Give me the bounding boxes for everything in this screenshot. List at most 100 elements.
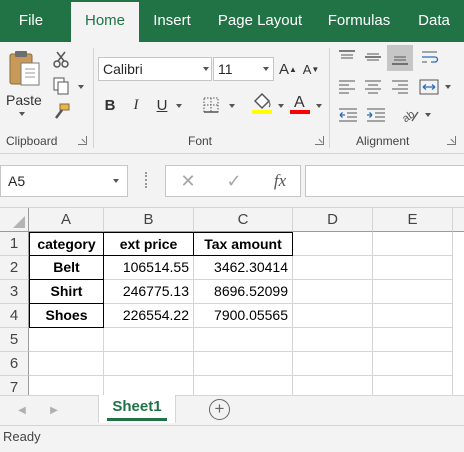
cell-b6[interactable] <box>104 352 194 376</box>
format-painter-icon[interactable] <box>50 102 72 122</box>
scroll-right-icon[interactable]: ▶ <box>46 402 62 418</box>
column-header-b[interactable]: B <box>104 208 194 232</box>
cell-b5[interactable] <box>104 328 194 352</box>
font-name-dropdown-icon[interactable] <box>203 67 209 71</box>
tab-file[interactable]: File <box>6 0 56 42</box>
merge-dropdown-icon[interactable] <box>445 85 451 89</box>
tab-insert[interactable]: Insert <box>145 0 199 42</box>
decrease-indent-icon[interactable] <box>336 104 360 126</box>
font-color-icon[interactable]: A <box>289 90 311 116</box>
tab-home[interactable]: Home <box>71 2 139 42</box>
cell-a7[interactable] <box>29 376 104 395</box>
copy-icon[interactable] <box>50 76 72 96</box>
name-box-dropdown-icon[interactable] <box>113 179 119 183</box>
column-header-a[interactable]: A <box>29 208 104 232</box>
sheet-tab-sheet1[interactable]: Sheet1 <box>98 395 176 423</box>
cell-d5[interactable] <box>293 328 373 352</box>
merge-center-icon[interactable] <box>417 76 441 98</box>
font-color-dropdown-icon[interactable] <box>316 104 322 108</box>
middle-align-icon[interactable] <box>362 46 384 68</box>
cell-a6[interactable] <box>29 352 104 376</box>
underline-button[interactable]: U <box>152 94 172 116</box>
row-header-4[interactable]: 4 <box>0 304 29 328</box>
cell-d4[interactable] <box>293 304 373 328</box>
cell-c2[interactable]: 3462.30414 <box>194 256 293 280</box>
row-header-7[interactable]: 7 <box>0 376 29 395</box>
bottom-align-icon[interactable] <box>387 45 413 71</box>
select-all-button[interactable] <box>0 208 29 232</box>
add-sheet-icon[interactable]: + <box>209 399 230 420</box>
cell-d6[interactable] <box>293 352 373 376</box>
cell-b2[interactable]: 106514.55 <box>104 256 194 280</box>
scroll-left-icon[interactable]: ◀ <box>14 402 30 418</box>
cell-b3[interactable]: 246775.13 <box>104 280 194 304</box>
increase-indent-icon[interactable] <box>364 104 388 126</box>
cell-c5[interactable] <box>194 328 293 352</box>
enter-icon[interactable]: ✓ <box>220 169 248 193</box>
column-header-d[interactable]: D <box>293 208 373 232</box>
fill-color-icon[interactable] <box>250 90 274 116</box>
cell-a1[interactable]: category <box>29 232 104 256</box>
paste-icon[interactable] <box>4 48 46 90</box>
align-right-icon[interactable] <box>389 76 411 98</box>
cell-a4[interactable]: Shoes <box>29 304 104 328</box>
copy-dropdown-icon[interactable] <box>78 85 84 89</box>
font-launcher-icon[interactable] <box>315 136 324 145</box>
row-header-1[interactable]: 1 <box>0 232 29 256</box>
tab-formulas[interactable]: Formulas <box>322 0 396 42</box>
tab-data[interactable]: Data <box>411 0 457 42</box>
fill-color-dropdown-icon[interactable] <box>278 104 284 108</box>
font-size-dropdown-icon[interactable] <box>263 67 269 71</box>
bold-button[interactable]: B <box>100 94 120 116</box>
column-header-c[interactable]: C <box>194 208 293 232</box>
align-left-icon[interactable] <box>336 76 358 98</box>
cell-d1[interactable] <box>293 232 373 256</box>
cell-d7[interactable] <box>293 376 373 395</box>
cancel-icon[interactable]: ✕ <box>174 169 202 193</box>
borders-dropdown-icon[interactable] <box>229 104 235 108</box>
cell-c1[interactable]: Tax amount <box>194 232 293 256</box>
cell-c4[interactable]: 7900.05565 <box>194 304 293 328</box>
insert-function-icon[interactable]: fx <box>266 169 294 193</box>
tab-page-layout[interactable]: Page Layout <box>212 0 308 42</box>
cell-a3[interactable]: Shirt <box>29 280 104 304</box>
column-header-partial[interactable] <box>453 208 464 232</box>
column-header-e[interactable]: E <box>373 208 453 232</box>
cell-e4[interactable] <box>373 304 453 328</box>
row-header-2[interactable]: 2 <box>0 256 29 280</box>
formula-input[interactable] <box>305 165 464 197</box>
underline-dropdown-icon[interactable] <box>176 104 182 108</box>
orientation-dropdown-icon[interactable] <box>425 113 431 117</box>
orientation-icon[interactable]: ab <box>398 104 422 126</box>
cell-e2[interactable] <box>373 256 453 280</box>
wrap-text-icon[interactable] <box>419 46 441 68</box>
alignment-launcher-icon[interactable] <box>447 136 456 145</box>
align-center-icon[interactable] <box>362 76 384 98</box>
cell-e7[interactable] <box>373 376 453 395</box>
cell-b1[interactable]: ext price <box>104 232 194 256</box>
cell-d3[interactable] <box>293 280 373 304</box>
cell-a2[interactable]: Belt <box>29 256 104 280</box>
formula-bar-splitter[interactable] <box>145 172 148 188</box>
font-name-select[interactable]: Calibri <box>98 57 212 81</box>
cell-e1[interactable] <box>373 232 453 256</box>
top-align-icon[interactable] <box>336 46 358 68</box>
cell-c6[interactable] <box>194 352 293 376</box>
cell-a5[interactable] <box>29 328 104 352</box>
cut-icon[interactable] <box>50 50 72 70</box>
row-header-5[interactable]: 5 <box>0 328 29 352</box>
grow-font-icon[interactable]: A ▲ <box>279 57 297 81</box>
paste-label[interactable]: Paste <box>6 92 42 108</box>
cell-b7[interactable] <box>104 376 194 395</box>
row-header-3[interactable]: 3 <box>0 280 29 304</box>
cell-e6[interactable] <box>373 352 453 376</box>
italic-button[interactable]: I <box>126 94 146 116</box>
shrink-font-icon[interactable]: A ▼ <box>302 57 320 81</box>
cell-e3[interactable] <box>373 280 453 304</box>
name-box[interactable]: A5 <box>0 165 128 197</box>
cell-b4[interactable]: 226554.22 <box>104 304 194 328</box>
clipboard-launcher-icon[interactable] <box>78 136 87 145</box>
cell-d2[interactable] <box>293 256 373 280</box>
cell-c3[interactable]: 8696.52099 <box>194 280 293 304</box>
borders-icon[interactable] <box>200 94 222 116</box>
